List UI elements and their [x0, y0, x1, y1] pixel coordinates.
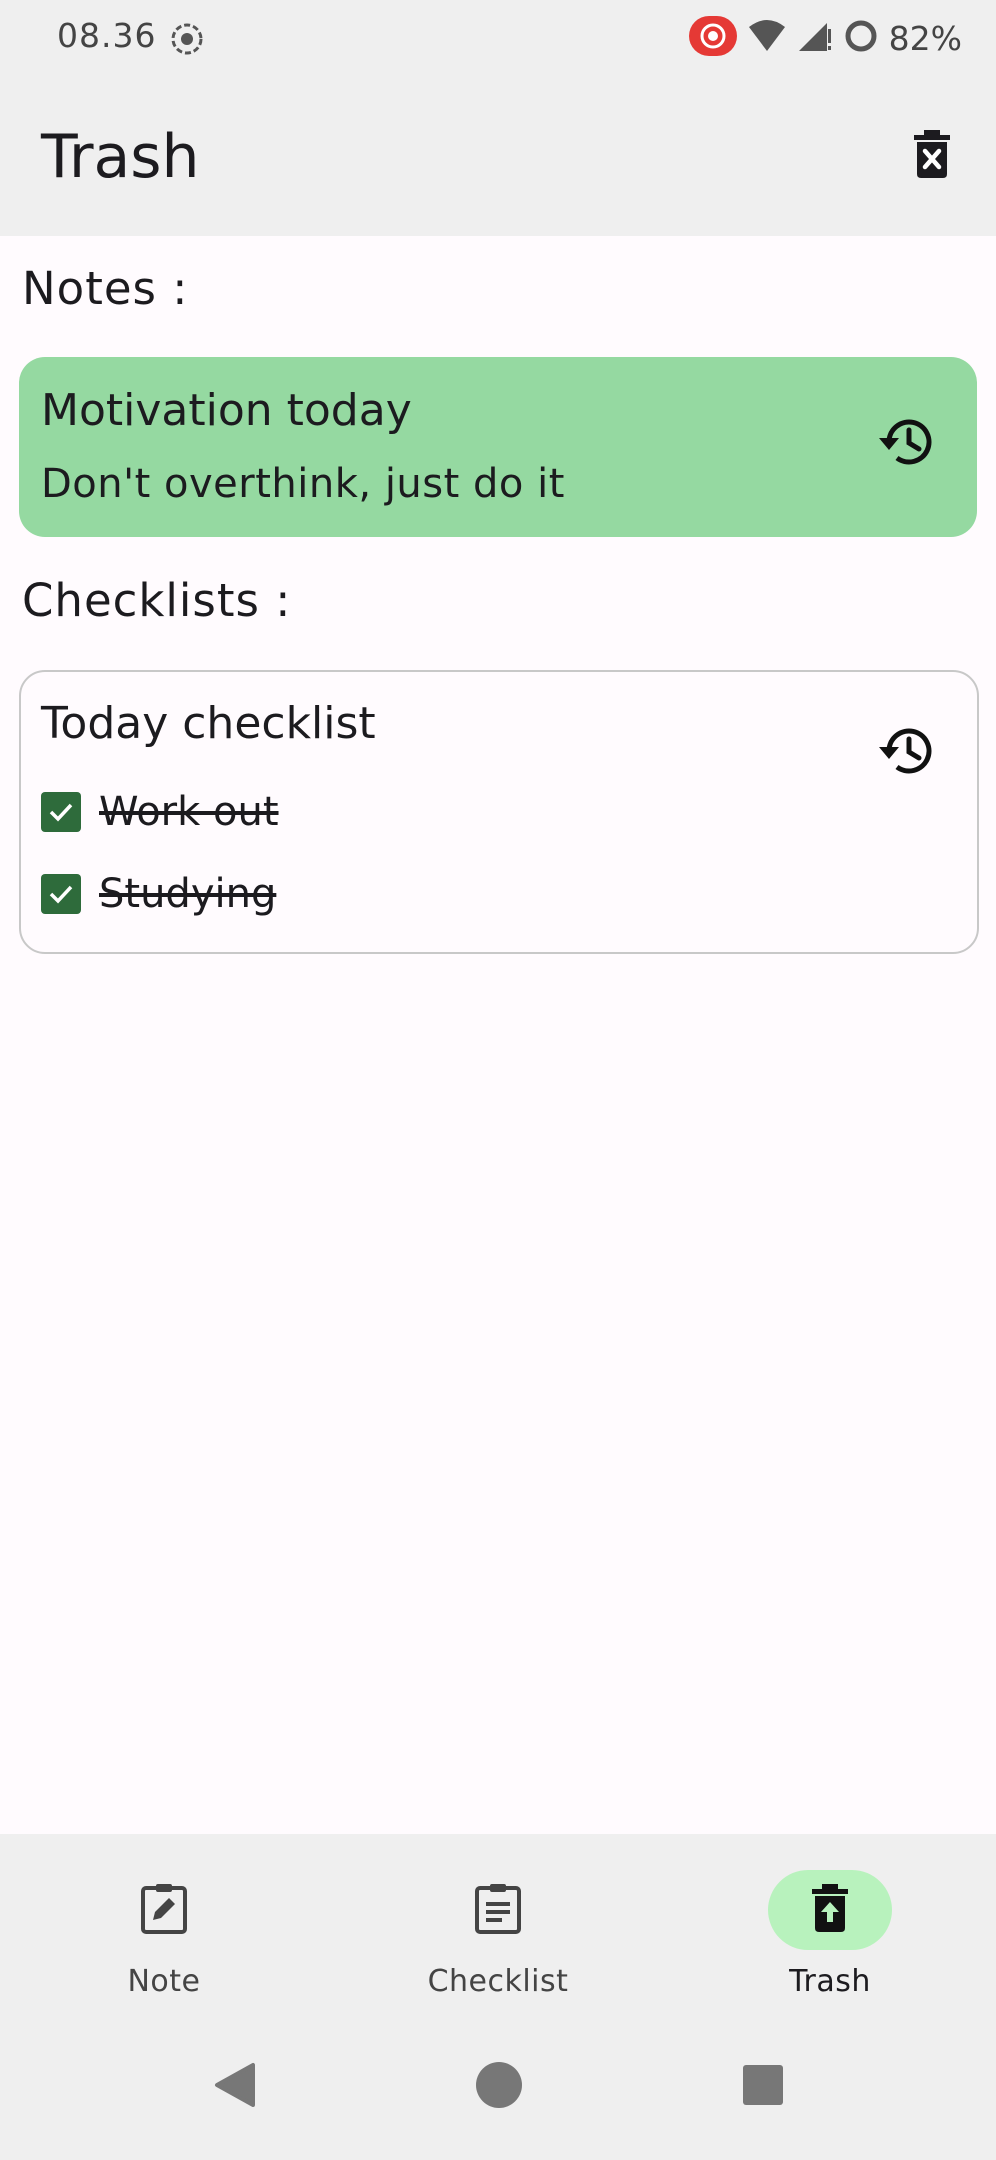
- back-icon: [213, 2061, 257, 2113]
- delete-forever-icon: [912, 130, 952, 182]
- wifi-icon: [747, 19, 787, 57]
- checklist-title: Today checklist: [41, 698, 376, 749]
- note-card[interactable]: Motivation today Don't overthink, just d…: [19, 357, 977, 537]
- checklist-entry-label: Work out: [99, 789, 279, 835]
- edit-note-icon: [139, 1882, 189, 1938]
- note-title: Motivation today: [41, 385, 412, 436]
- restore-icon: [877, 725, 935, 781]
- page-title: Trash: [41, 122, 200, 192]
- battery-percent: 82%: [888, 18, 962, 58]
- checklist-entry: Studying: [41, 866, 276, 922]
- checklist-entry: Work out: [41, 784, 279, 840]
- nav-label: Note: [127, 1964, 201, 1999]
- system-navigation-bar: [0, 2014, 996, 2160]
- recents-icon: [742, 2064, 784, 2110]
- nav-label: Trash: [789, 1964, 871, 1999]
- nav-item-checklist[interactable]: Checklist: [398, 1834, 598, 2014]
- screen-record-icon: [170, 22, 204, 60]
- top-app-bar: Trash: [0, 78, 996, 236]
- nav-icon-container: [436, 1870, 560, 1950]
- back-button[interactable]: [210, 2062, 260, 2112]
- status-time: 08.36: [57, 16, 157, 55]
- empty-trash-button[interactable]: [902, 126, 962, 186]
- nav-item-note[interactable]: Note: [64, 1834, 264, 2014]
- status-icons: 82%: [688, 14, 962, 62]
- restore-checklist-button[interactable]: [869, 716, 943, 790]
- nav-item-trash[interactable]: Trash: [730, 1834, 930, 2014]
- home-button[interactable]: [474, 2062, 524, 2112]
- record-icon: [688, 16, 737, 60]
- recents-button[interactable]: [738, 2062, 788, 2112]
- nav-label: Checklist: [427, 1964, 569, 1999]
- status-bar: 08.36 82%: [0, 0, 996, 78]
- clipboard-icon: [473, 1882, 523, 1938]
- nav-icon-container: [102, 1870, 226, 1950]
- signal-icon: [797, 19, 833, 57]
- home-icon: [474, 2060, 524, 2114]
- battery-ring-icon: [843, 18, 879, 58]
- checklists-heading: Checklists :: [22, 574, 292, 627]
- checklist-card[interactable]: Today checklist Work out Studying: [19, 670, 979, 954]
- restore-icon: [877, 416, 935, 472]
- note-body: Don't overthink, just do it: [41, 461, 565, 507]
- notes-heading: Notes :: [22, 262, 189, 315]
- checkbox-checked[interactable]: [41, 874, 81, 914]
- bottom-navigation: Note Checklist Trash: [0, 1834, 996, 2014]
- checkbox-checked[interactable]: [41, 792, 81, 832]
- checklist-entry-label: Studying: [99, 871, 277, 917]
- trash-restore-icon: [810, 1884, 850, 1936]
- nav-icon-container-active: [768, 1870, 892, 1950]
- restore-note-button[interactable]: [869, 407, 943, 481]
